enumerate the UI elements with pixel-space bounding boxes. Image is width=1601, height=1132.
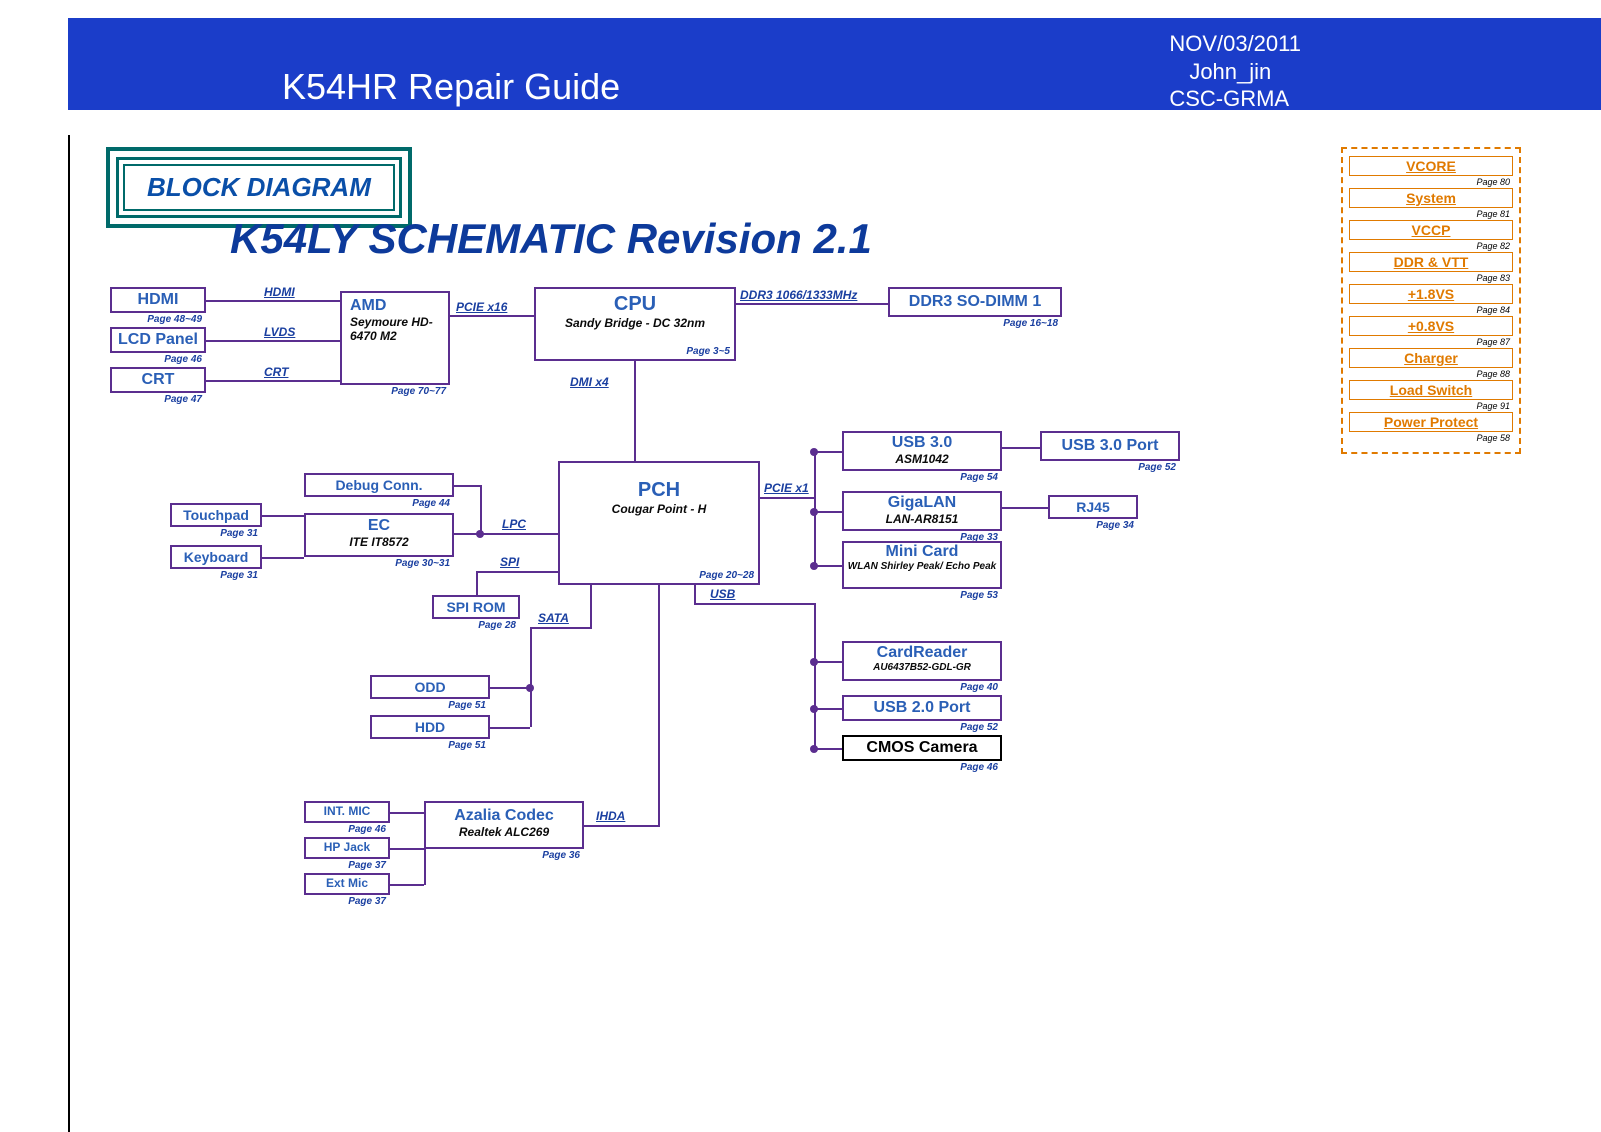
block-pch: PCH Cougar Point - H Page 20~28 bbox=[558, 461, 760, 585]
block-diagram-label: BLOCK DIAGRAM bbox=[123, 164, 395, 211]
header-date: NOV/03/2011 bbox=[1169, 30, 1301, 58]
block-lcd-panel: LCD PanelPage 46 bbox=[110, 327, 206, 353]
block-ddr: DDR3 SO-DIMM 1Page 16~18 bbox=[888, 287, 1062, 317]
diagram-canvas: BLOCK DIAGRAM K54LY SCHEMATIC Revision 2… bbox=[68, 135, 1581, 1132]
block-cpu: CPU Sandy Bridge - DC 32nm Page 3~5 bbox=[534, 287, 736, 361]
bus-hdmi: HDMI bbox=[264, 285, 295, 299]
block-mini-card: Mini Card WLAN Shirley Peak/ Echo Peak P… bbox=[842, 541, 1002, 589]
block-usb2-port: USB 2.0 PortPage 52 bbox=[842, 695, 1002, 721]
block-spi-rom: SPI ROMPage 28 bbox=[432, 595, 520, 619]
rail-ddr-vtt: DDR & VTTPage 83 bbox=[1349, 252, 1513, 272]
bus-crt: CRT bbox=[264, 365, 288, 379]
block-touchpad: TouchpadPage 31 bbox=[170, 503, 262, 527]
schematic-title: K54LY SCHEMATIC Revision 2.1 bbox=[230, 215, 872, 263]
block-cmos-camera: CMOS CameraPage 46 bbox=[842, 735, 1002, 761]
block-cardreader: CardReader AU6437B52-GDL-GR Page 40 bbox=[842, 641, 1002, 681]
block-int-mic: INT. MICPage 46 bbox=[304, 801, 390, 823]
block-odd: ODDPage 51 bbox=[370, 675, 490, 699]
rail-vcore: VCOREPage 80 bbox=[1349, 156, 1513, 176]
block-usb3: USB 3.0 ASM1042 Page 54 bbox=[842, 431, 1002, 471]
block-ext-mic: Ext MicPage 37 bbox=[304, 873, 390, 895]
bus-ihda: IHDA bbox=[596, 809, 625, 823]
block-ec: EC ITE IT8572 Page 30~31 bbox=[304, 513, 454, 557]
block-hdmi: HDMIPage 48~49 bbox=[110, 287, 206, 313]
block-rj45: RJ45Page 34 bbox=[1048, 495, 1138, 519]
block-gigalan: GigaLAN LAN-AR8151 Page 33 bbox=[842, 491, 1002, 531]
block-debug-conn: Debug Conn.Page 44 bbox=[304, 473, 454, 497]
block-usb3-port: USB 3.0 PortPage 52 bbox=[1040, 431, 1180, 461]
header-dept: CSC-GRMA bbox=[1169, 85, 1301, 113]
rail-08vs: +0.8VSPage 87 bbox=[1349, 316, 1513, 336]
block-keyboard: KeyboardPage 31 bbox=[170, 545, 262, 569]
page: K54HR Repair Guide NOV/03/2011 John_jin … bbox=[0, 0, 1601, 1132]
bus-lpc: LPC bbox=[502, 517, 526, 531]
header-meta: NOV/03/2011 John_jin CSC-GRMA bbox=[1169, 30, 1301, 113]
rail-load-switch: Load SwitchPage 91 bbox=[1349, 380, 1513, 400]
bus-dmi: DMI x4 bbox=[570, 375, 609, 389]
rail-charger: ChargerPage 88 bbox=[1349, 348, 1513, 368]
bus-ddr3: DDR3 1066/1333MHz bbox=[740, 288, 857, 302]
block-azalia: Azalia Codec Realtek ALC269 Page 36 bbox=[424, 801, 584, 849]
bus-pcie-x1: PCIE x1 bbox=[764, 481, 809, 495]
rail-power-protect: Power ProtectPage 58 bbox=[1349, 412, 1513, 432]
block-hp-jack: HP JackPage 37 bbox=[304, 837, 390, 859]
block-crt: CRTPage 47 bbox=[110, 367, 206, 393]
power-rails: VCOREPage 80 SystemPage 81 VCCPPage 82 D… bbox=[1341, 147, 1521, 454]
guide-title: K54HR Repair Guide bbox=[282, 66, 620, 108]
block-hdd: HDDPage 51 bbox=[370, 715, 490, 739]
block-amd: AMD Seymoure HD-6470 M2 Page 70~77 bbox=[340, 291, 450, 385]
rail-18vs: +1.8VSPage 84 bbox=[1349, 284, 1513, 304]
bus-usb: USB bbox=[710, 587, 735, 601]
header-author: John_jin bbox=[1169, 58, 1301, 86]
bus-spi: SPI bbox=[500, 555, 519, 569]
rail-vccp: VCCPPage 82 bbox=[1349, 220, 1513, 240]
bus-pcie-x16: PCIE x16 bbox=[456, 300, 507, 314]
header-bar: K54HR Repair Guide NOV/03/2011 John_jin … bbox=[68, 18, 1601, 110]
bus-sata: SATA bbox=[538, 611, 569, 625]
bus-lvds: LVDS bbox=[264, 325, 295, 339]
rail-system: SystemPage 81 bbox=[1349, 188, 1513, 208]
